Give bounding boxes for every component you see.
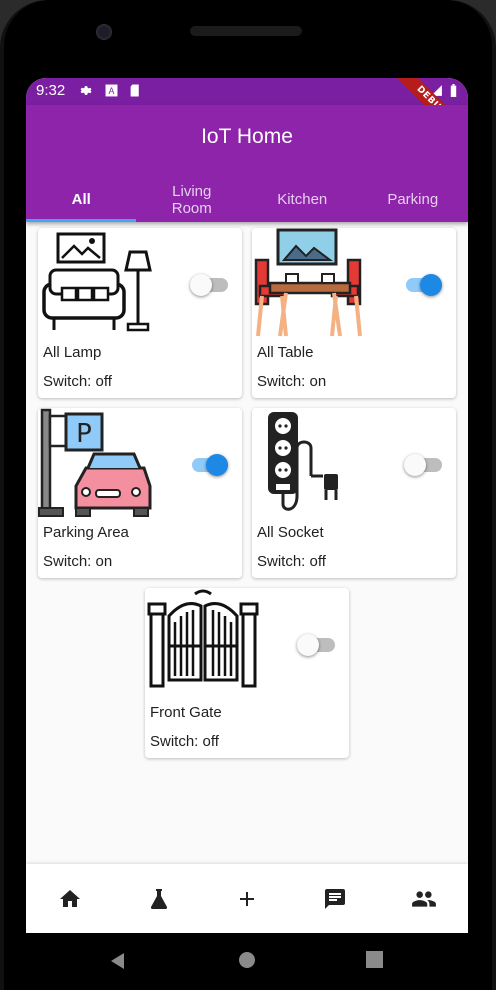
nav-add[interactable] [203, 864, 291, 933]
sd-card-status-icon [130, 84, 139, 97]
app-screen: 9:32 A DEBUG IoT Home All Living Room Ki… [26, 78, 468, 933]
device-switch-status: Switch: off [257, 553, 326, 570]
device-switch-status: Switch: off [43, 373, 112, 390]
active-tab-indicator [26, 219, 136, 222]
home-icon [60, 889, 81, 907]
svg-text:P: P [76, 419, 92, 449]
tab-parking[interactable]: Parking [358, 177, 469, 222]
device-toggle-front-gate[interactable] [297, 633, 335, 657]
keyboard-status-icon: A [105, 84, 118, 97]
gate-icon [147, 589, 259, 688]
status-time: 9:32 [36, 82, 66, 99]
device-toggle-all-lamp[interactable] [190, 273, 228, 297]
add-icon [240, 891, 255, 906]
back-icon[interactable] [108, 951, 128, 971]
device-switch-status: Switch: on [43, 553, 113, 570]
device-name: Front Gate [150, 704, 222, 721]
home-circle-icon[interactable] [238, 951, 256, 969]
toggle-thumb [206, 454, 228, 476]
device-card-all-table[interactable]: All Table Switch: on [252, 228, 456, 398]
toggle-thumb [420, 274, 442, 296]
battery-status-icon [450, 84, 457, 97]
tab-all[interactable]: All [26, 177, 137, 222]
earpiece-speaker [190, 26, 302, 36]
living-room-lamp-icon [42, 232, 152, 332]
system-navigation-bar [26, 933, 468, 990]
bottom-navigation [26, 864, 468, 933]
dining-table-icon [254, 228, 362, 337]
tab-bar: All Living Room Kitchen Parking [26, 177, 468, 222]
device-switch-status: Switch: on [257, 373, 327, 390]
settings-status-icon [80, 86, 92, 95]
chat-icon [325, 888, 346, 909]
tab-living-room[interactable]: Living Room [137, 177, 248, 222]
toggle-thumb [190, 274, 212, 296]
device-name: All Lamp [43, 344, 102, 361]
nav-people[interactable] [380, 864, 468, 933]
nav-home[interactable] [26, 864, 114, 933]
flask-icon [150, 888, 167, 909]
device-toggle-parking-area[interactable] [190, 453, 228, 477]
parking-car-icon: P [38, 408, 152, 517]
toggle-thumb [297, 634, 319, 656]
recents-square-icon[interactable] [366, 951, 383, 968]
front-camera [96, 24, 112, 40]
people-icon [411, 890, 436, 907]
status-bar: 9:32 A DEBUG [26, 78, 468, 160]
nav-lab[interactable] [114, 864, 202, 933]
power-socket-icon [268, 412, 338, 511]
device-card-front-gate[interactable]: Front Gate Switch: off [145, 588, 349, 758]
app-bar: IoT Home All Living Room Kitchen Parking [26, 105, 468, 222]
nav-chat[interactable] [291, 864, 379, 933]
device-name: All Table [257, 344, 314, 361]
svg-text:A: A [109, 87, 115, 97]
device-name: All Socket [257, 524, 324, 541]
device-card-all-socket[interactable]: All Socket Switch: off [252, 408, 456, 578]
device-name: Parking Area [43, 524, 129, 541]
device-card-all-lamp[interactable]: All Lamp Switch: off [38, 228, 242, 398]
toggle-thumb [404, 454, 426, 476]
device-toggle-all-table[interactable] [404, 273, 442, 297]
app-title: IoT Home [201, 125, 293, 148]
tab-kitchen[interactable]: Kitchen [247, 177, 358, 222]
device-toggle-all-socket[interactable] [404, 453, 442, 477]
device-switch-status: Switch: off [150, 733, 219, 750]
device-card-parking-area[interactable]: P Parking Area Switch: on [38, 408, 242, 578]
